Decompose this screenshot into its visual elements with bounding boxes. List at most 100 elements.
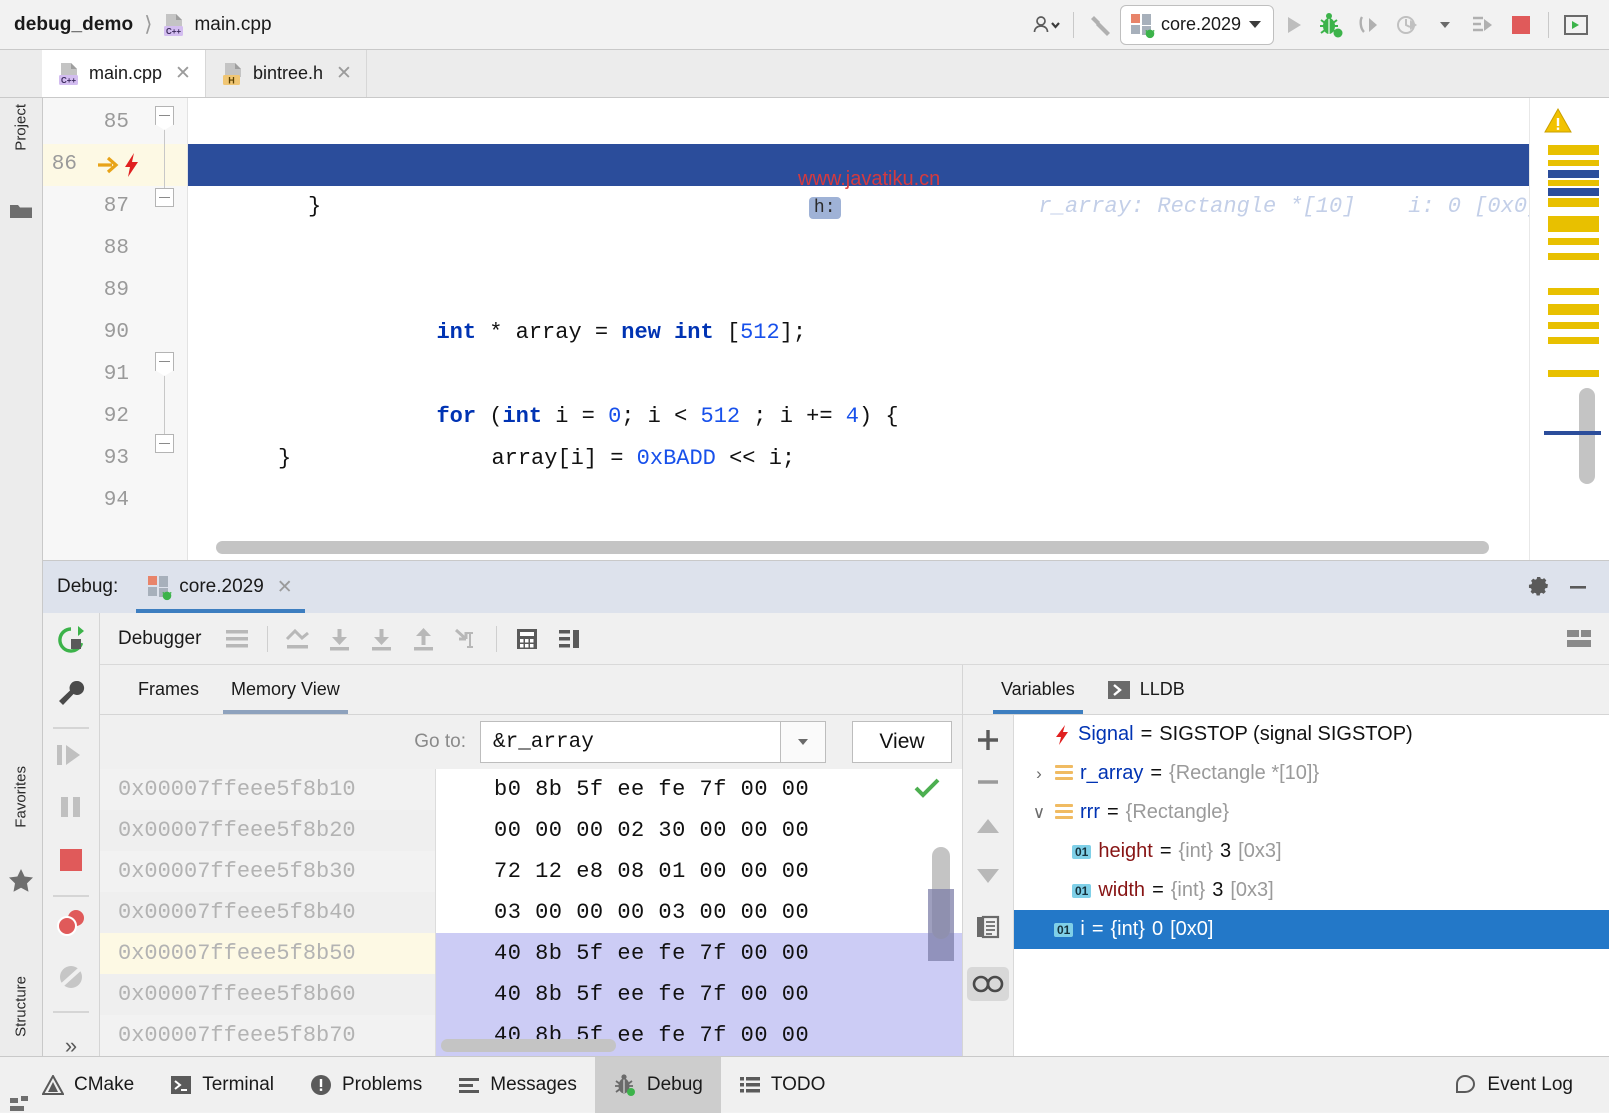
run-configuration-selector[interactable]: core.2029 [1120,5,1274,45]
editor-line-number-gutter[interactable]: 85 86 87 88 89 90 91 92 93 94 [43,98,143,560]
step-out-icon[interactable] [404,621,444,657]
stop-button[interactable] [1502,8,1540,42]
tab-variables[interactable]: Variables [985,665,1091,714]
status-item-problems[interactable]: Problems [292,1057,440,1113]
fold-toggle[interactable] [155,352,174,371]
people-icon[interactable] [1027,8,1065,42]
fold-toggle[interactable] [155,188,174,207]
move-down-icon[interactable] [975,867,1001,885]
step-over-icon[interactable] [320,621,360,657]
error-stripe-marker[interactable] [1548,322,1599,329]
error-stripe-marker[interactable] [1548,160,1599,166]
rerun-icon[interactable] [56,625,86,655]
tab-lldb[interactable]: LLDB [1091,665,1201,714]
status-item-todo[interactable]: TODO [721,1057,844,1113]
code-line[interactable]: for (int i = 0; i < 512 ; i += 4) { [188,354,1529,396]
editor-fold-gutter[interactable] [143,98,188,560]
chevron-down-icon[interactable] [780,721,826,763]
memory-hex-row[interactable]: b0 8b 5f ee fe 7f 00 00 [436,769,962,810]
error-stripe-marker[interactable] [1548,170,1599,178]
error-stripe-marker[interactable] [1548,238,1599,245]
code-line[interactable]: } [188,186,1529,228]
close-icon[interactable]: ✕ [336,64,352,83]
sidebar-item-project[interactable]: Project [13,104,30,151]
error-stripe-marker[interactable] [1548,337,1599,344]
fold-toggle[interactable] [155,106,174,125]
editor-code-area[interactable]: for(int i=0; i<10; i++){ i: 0 [0x0] r_ar… [188,98,1529,560]
layout-settings-icon[interactable] [1559,621,1599,657]
error-stripe-marker[interactable] [1548,188,1599,196]
error-stripe-marker[interactable] [1548,180,1599,186]
variable-row-r-array[interactable]: › r_array = {Rectangle *[10]} [1014,754,1609,793]
pause-icon[interactable] [58,795,84,819]
hammer-icon[interactable] [1082,8,1120,42]
editor-horizontal-scrollbar[interactable] [188,541,1529,554]
mute-breakpoints-icon[interactable] [56,963,86,991]
debug-session-tab[interactable]: core.2029 ✕ [136,561,304,613]
error-stripe-marker[interactable] [1548,198,1599,207]
status-item-terminal[interactable]: Terminal [152,1057,292,1113]
error-stripe-marker[interactable] [1548,370,1599,377]
profiler-chevron-down-icon[interactable] [1426,8,1464,42]
sidebar-item-structure[interactable]: Structure [13,976,30,1037]
warning-triangle-icon[interactable] [1544,108,1572,134]
code-line[interactable] [188,228,1529,270]
sidebar-item-favorites[interactable]: Favorites [13,766,30,828]
goto-input[interactable]: &r_array [480,721,780,763]
debug-button[interactable] [1312,8,1350,42]
code-line[interactable] [188,480,1529,522]
code-line[interactable]: } [188,438,1529,480]
breakpoint-lightning-icon[interactable] [123,152,141,178]
add-watch-icon[interactable] [975,727,1001,753]
variable-row-rrr[interactable]: ∨ rrr = {Rectangle} [1014,793,1609,832]
memory-hex-row[interactable]: 72 12 e8 08 01 00 00 00 [436,851,962,892]
code-line[interactable]: for(int i=0; i<10; i++){ i: 0 [0x0] [188,102,1529,144]
view-breakpoints-icon[interactable] [55,909,87,937]
settings-gear-icon[interactable] [1521,570,1559,604]
profiler-icon[interactable] [1388,8,1426,42]
memory-dump[interactable]: 0x00007ffeee5f8b10 0x00007ffeee5f8b20 0x… [100,769,962,1056]
editor-tab-bintree-h[interactable]: H bintree.h ✕ [206,50,367,97]
show-execution-point-icon[interactable] [278,621,318,657]
tab-memory-view[interactable]: Memory View [215,665,356,714]
expand-toggle-collapsed[interactable]: › [1030,754,1048,793]
run-to-cursor-icon[interactable] [446,621,486,657]
evaluate-expression-icon[interactable] [507,621,547,657]
view-button[interactable]: View [852,721,952,763]
memory-hex-row[interactable]: 00 00 00 02 30 00 00 00 [436,810,962,851]
tab-frames[interactable]: Frames [122,665,215,714]
variable-row-i-selected[interactable]: 01 i = {int} 0 [0x0] [1014,910,1609,949]
variable-row-width[interactable]: 01 width = {int} 3 [0x3] [1014,871,1609,910]
close-icon[interactable]: ✕ [277,578,293,597]
minimize-icon[interactable] [1559,570,1597,604]
code-line[interactable]: int * array = new int [512]; [188,270,1529,312]
attach-to-process-icon[interactable] [1350,8,1388,42]
breadcrumb-file[interactable]: main.cpp [194,14,271,36]
status-item-cmake[interactable]: CMake [24,1057,152,1113]
variable-row-height[interactable]: 01 height = {int} 3 [0x3] [1014,832,1609,871]
open-console-icon[interactable] [1557,8,1595,42]
show-console-icon[interactable] [217,621,257,657]
step-icon[interactable] [1464,8,1502,42]
layout-icon[interactable] [549,621,589,657]
remove-watch-icon[interactable] [975,769,1001,795]
breadcrumb-project[interactable]: debug_demo [14,14,133,36]
run-button[interactable] [1274,8,1312,42]
close-icon[interactable]: ✕ [175,64,191,83]
goto-combobox[interactable]: &r_array [480,721,826,763]
fold-toggle[interactable] [155,434,174,453]
step-into-icon[interactable] [362,621,402,657]
code-line[interactable]: array[i] = 0xBADD << i; [188,396,1529,438]
editor-error-stripe[interactable] [1529,98,1609,560]
editor-tab-main-cpp[interactable]: C++ main.cpp ✕ [42,50,206,97]
error-stripe-marker[interactable] [1548,253,1599,260]
expand-toggle-expanded[interactable]: ∨ [1030,793,1048,832]
memory-horizontal-scrollbar[interactable] [436,1039,962,1052]
memory-hex-row[interactable]: 03 00 00 00 03 00 00 00 [436,892,962,933]
status-item-messages[interactable]: Messages [440,1057,595,1113]
variable-row-signal[interactable]: Signal = SIGSTOP (signal SIGSTOP) [1014,715,1609,754]
status-item-debug[interactable]: Debug [595,1057,721,1113]
editor-vertical-scrollbar-thumb[interactable] [1579,388,1595,484]
error-stripe-marker[interactable] [1548,145,1599,155]
more-actions-icon[interactable]: » [65,1033,77,1059]
